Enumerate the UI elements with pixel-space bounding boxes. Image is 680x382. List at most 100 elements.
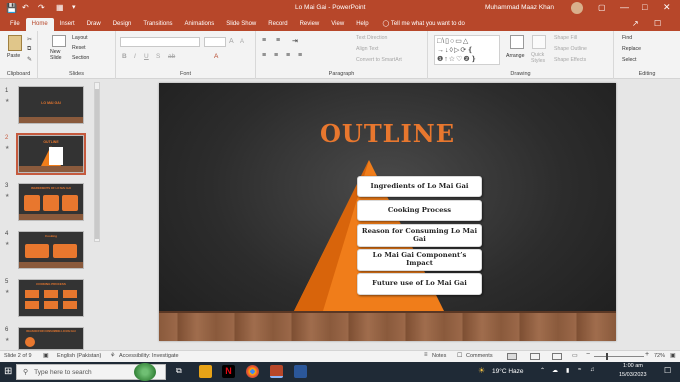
powerpoint-taskbar-icon[interactable] [270, 365, 283, 378]
thumbnail-scrollbar[interactable] [94, 82, 100, 242]
file-explorer-icon[interactable] [199, 365, 212, 378]
word-taskbar-icon[interactable] [294, 365, 307, 378]
accessibility-icon[interactable]: ⚘ [110, 352, 115, 359]
reset-button[interactable]: Reset [72, 45, 86, 51]
tab-record[interactable]: Record [262, 18, 293, 31]
select-button[interactable]: Select [622, 57, 636, 63]
slideshow-view-icon[interactable]: ▭ [572, 352, 578, 359]
outline-item-3[interactable]: Reason for Consuming Lo Mai Gai [357, 224, 482, 247]
strikethrough-icon[interactable]: ab [168, 53, 175, 60]
thumbnail-preview[interactable]: REASON FOR CONSUMING LO MAI GAI [18, 327, 84, 350]
underline-icon[interactable]: U [144, 53, 149, 60]
reading-view-icon[interactable] [552, 353, 562, 360]
tab-file[interactable]: File [4, 18, 26, 31]
thumbnail-preview[interactable]: Cooking [18, 231, 84, 269]
shapes-gallery[interactable]: □\▯○▭△ →↓◊▷⟳❴ ❶↑☆♡❷❵ [434, 35, 500, 65]
bold-icon[interactable]: B [122, 53, 127, 60]
new-slide-button[interactable]: New Slide [50, 49, 62, 61]
tell-me-search[interactable]: ◯ Tell me what you want to do [375, 18, 471, 31]
share-icon[interactable]: ↗ [632, 19, 639, 28]
netflix-icon[interactable]: N [222, 365, 235, 378]
thumbnail-preview[interactable]: COOKING PROCESS [18, 279, 84, 317]
zoom-in-icon[interactable]: + [645, 351, 649, 358]
comments-icon[interactable]: ☐ [654, 19, 661, 28]
language-indicator[interactable]: English (Pakistan) [57, 353, 101, 359]
section-button[interactable]: Section [72, 55, 89, 61]
fit-slide-icon[interactable]: ▣ [670, 352, 676, 359]
align-center-icon[interactable]: ≡ [274, 52, 278, 59]
text-direction-button[interactable]: Text Direction [356, 35, 387, 41]
redo-icon[interactable]: ↷ [38, 3, 45, 12]
chrome-icon[interactable] [246, 365, 259, 378]
shape-effects-button[interactable]: Shape Effects [554, 57, 586, 63]
maximize-icon[interactable]: □ [642, 2, 647, 12]
outline-item-4[interactable]: Lo Mai Gai Component’s Impact [357, 249, 482, 271]
minimize-icon[interactable]: — [620, 2, 629, 12]
italic-icon[interactable]: I [134, 53, 136, 60]
font-color-icon[interactable]: A [214, 53, 218, 60]
find-button[interactable]: Find [622, 35, 632, 41]
layout-button[interactable]: Layout [72, 35, 88, 41]
normal-view-icon[interactable] [507, 353, 517, 360]
new-slide-icon[interactable] [52, 35, 66, 47]
wifi-icon[interactable]: ≈ [578, 367, 581, 373]
numbering-icon[interactable]: ≡ [276, 37, 280, 44]
customize-qat-icon[interactable]: ▾ [72, 3, 76, 11]
arrange-icon[interactable] [510, 35, 524, 49]
clock-time[interactable]: 1:00 am [623, 363, 643, 369]
comments-button[interactable]: Comments [466, 353, 493, 359]
shape-outline-button[interactable]: Shape Outline [554, 46, 587, 52]
outline-item-5[interactable]: Future use of Lo Mai Gai [357, 273, 482, 295]
battery-icon[interactable]: ▮ [566, 367, 569, 374]
zoom-slider-thumb[interactable] [606, 353, 608, 360]
font-name-dropdown[interactable] [120, 37, 200, 47]
paste-button[interactable]: Paste [7, 53, 20, 59]
clock-date[interactable]: 15/03/2023 [619, 372, 647, 378]
thumbnail-preview[interactable]: OUTLINE [16, 133, 86, 175]
cloud-icon[interactable]: ☁ [552, 367, 558, 374]
tab-draw[interactable]: Draw [81, 18, 107, 31]
tab-review[interactable]: Review [294, 18, 326, 31]
tab-animations[interactable]: Animations [179, 18, 221, 31]
slide-sorter-icon[interactable] [530, 353, 540, 360]
outline-item-1[interactable]: Ingredients of Lo Mai Gai [357, 176, 482, 197]
tab-design[interactable]: Design [107, 18, 138, 31]
save-icon[interactable]: 💾 [6, 3, 17, 14]
decrease-font-icon[interactable]: A [240, 39, 244, 45]
align-right-icon[interactable]: ≡ [286, 52, 290, 59]
tab-insert[interactable]: Insert [54, 18, 81, 31]
notes-icon[interactable]: ≡ [424, 352, 428, 358]
task-view-icon[interactable]: ⧉ [176, 366, 182, 376]
cortana-icon[interactable] [134, 363, 156, 381]
tray-chevron-icon[interactable]: ⌃ [540, 367, 545, 374]
slide-title[interactable]: OUTLINE [159, 119, 616, 148]
windows-start-icon[interactable]: ⊞ [4, 366, 12, 377]
tab-transitions[interactable]: Transitions [137, 18, 178, 31]
slide-canvas[interactable]: OUTLINE Ingredients of Lo Mai Gai Cookin… [159, 83, 616, 341]
copy-icon[interactable]: ⧉ [27, 46, 31, 53]
tab-view[interactable]: View [325, 18, 350, 31]
ribbon-display-icon[interactable]: ▢ [598, 3, 606, 12]
outline-item-2[interactable]: Cooking Process [357, 200, 482, 221]
convert-smartart-button[interactable]: Convert to SmartArt [356, 57, 402, 63]
cut-icon[interactable]: ✂ [27, 36, 32, 43]
volume-icon[interactable]: ♫ [590, 367, 595, 373]
arrange-button[interactable]: Arrange [506, 53, 524, 59]
paste-icon[interactable] [8, 35, 22, 51]
user-name[interactable]: Muhammad Maaz Khan [485, 4, 554, 11]
zoom-out-icon[interactable]: − [586, 351, 590, 358]
align-text-button[interactable]: Align Text [356, 46, 378, 52]
font-size-dropdown[interactable] [204, 37, 226, 47]
scrollbar-thumb[interactable] [95, 89, 99, 239]
quick-styles-icon[interactable] [532, 35, 546, 49]
accessibility-status[interactable]: Accessibility: Investigate [119, 353, 179, 359]
bullets-icon[interactable]: ≡ [262, 37, 266, 44]
zoom-level[interactable]: 72% [654, 353, 665, 359]
presenter-icon[interactable]: ▦ [56, 3, 64, 12]
indent-icon[interactable]: ⇥ [292, 37, 298, 45]
quick-styles-button[interactable]: Quick Styles [531, 52, 545, 64]
justify-icon[interactable]: ≡ [298, 52, 302, 59]
replace-button[interactable]: Replace [622, 46, 641, 52]
avatar[interactable] [571, 2, 583, 14]
notifications-icon[interactable]: ☐ [664, 366, 671, 375]
